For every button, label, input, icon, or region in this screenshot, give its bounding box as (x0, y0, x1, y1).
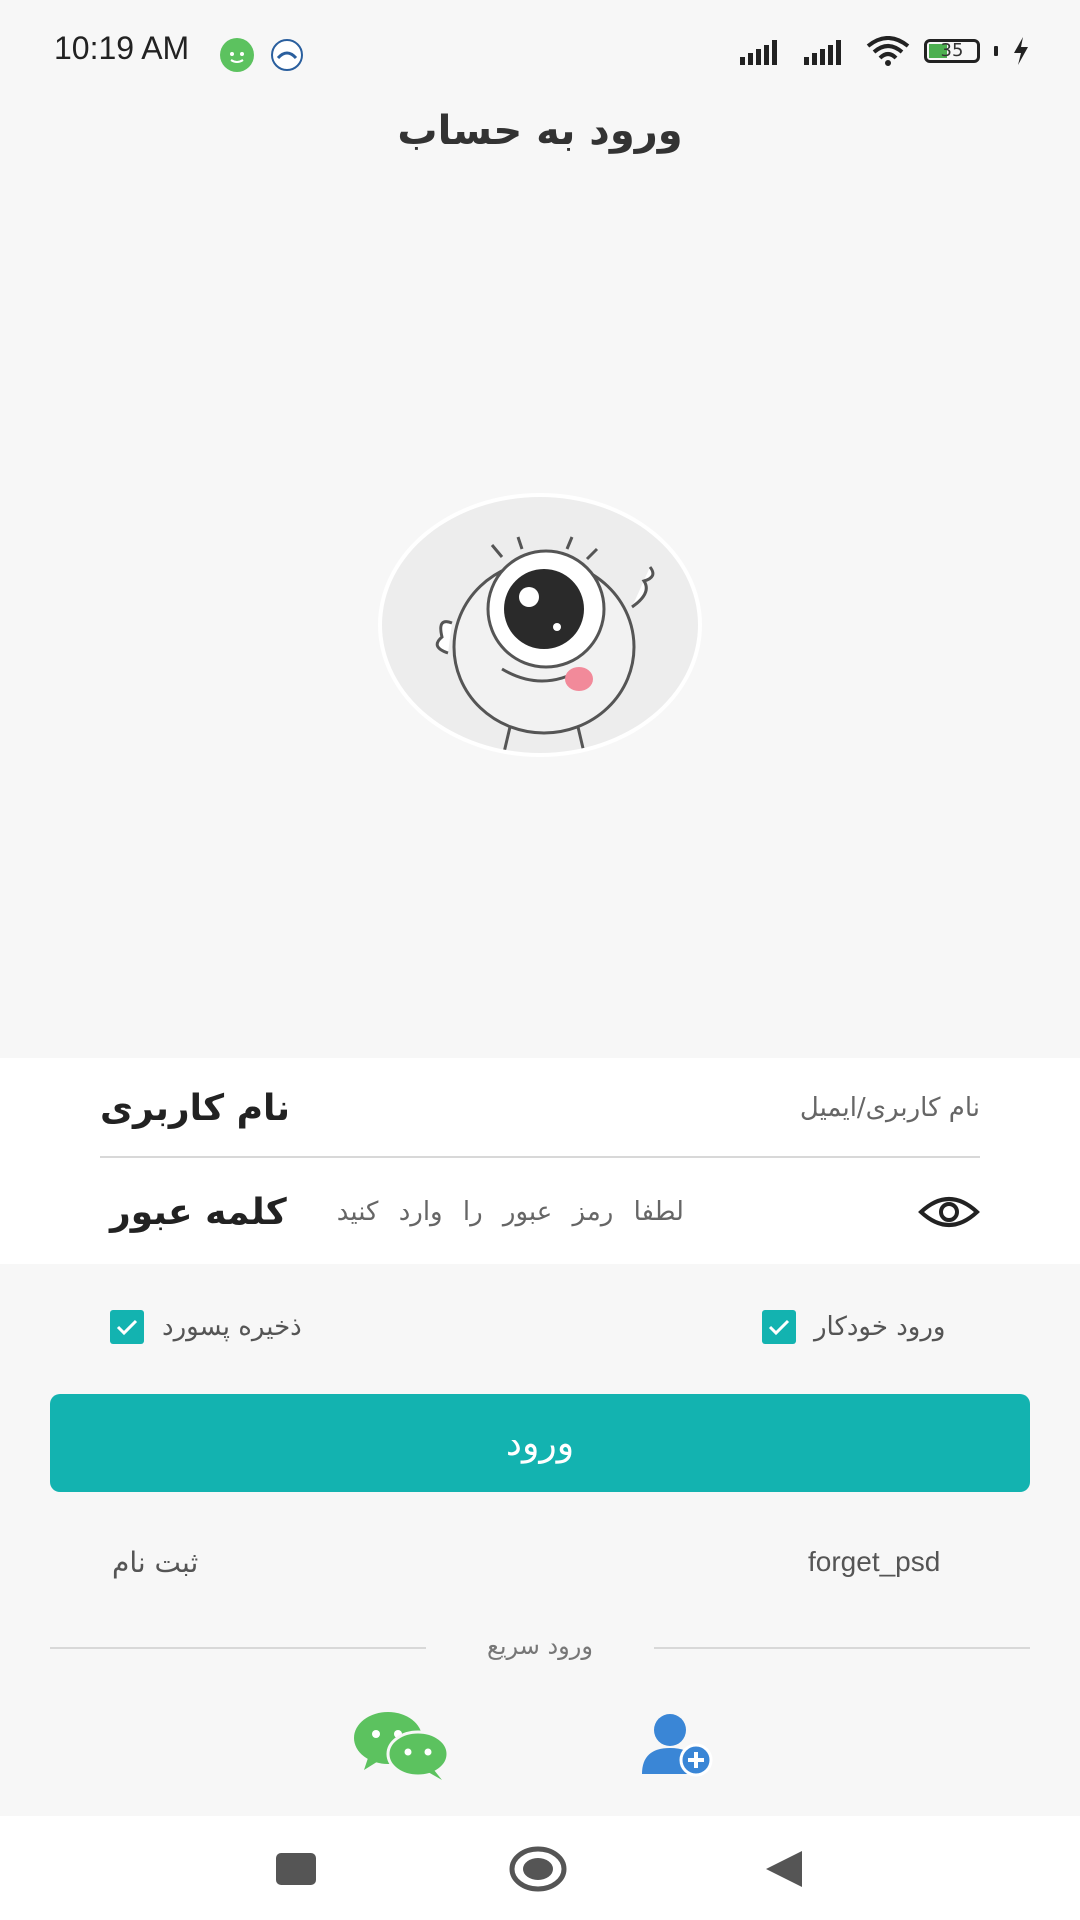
status-time: 10:19 AM (54, 30, 190, 66)
signal-icon-2 (804, 40, 841, 65)
save-password-option[interactable]: ذخیره پسورد (110, 1310, 302, 1344)
status-icons: 35 (738, 36, 1030, 66)
avatar (378, 493, 702, 757)
forget-password-link[interactable]: forget_psd (808, 1546, 940, 1578)
register-link[interactable]: ثبت نام (112, 1546, 198, 1579)
quick-login-label: ورود سریع (487, 1632, 593, 1660)
back-button[interactable] (754, 1842, 814, 1896)
notification-app-icon (270, 38, 304, 72)
save-password-checkbox[interactable] (110, 1310, 144, 1344)
recent-apps-button[interactable] (266, 1842, 326, 1896)
add-user-icon[interactable] (628, 1705, 728, 1785)
login-button[interactable]: ورود (50, 1394, 1030, 1492)
wechat-login-icon[interactable] (352, 1705, 452, 1785)
auto-login-label: ورود خودکار (814, 1312, 946, 1342)
quick-login-divider-right (654, 1647, 1030, 1649)
show-password-eye-icon[interactable] (918, 1194, 980, 1230)
wifi-icon (866, 36, 910, 66)
save-password-label: ذخیره پسورد (162, 1312, 302, 1342)
page-title: ورود به حساب (397, 108, 683, 154)
auto-login-option[interactable]: ورود خودکار (762, 1310, 945, 1344)
notification-cat-icon (220, 38, 254, 72)
battery-cap (994, 46, 998, 56)
signal-icon (740, 40, 777, 65)
password-input[interactable]: لطفا رمز عبور را وارد کنید (337, 1197, 684, 1227)
password-row: کلمه عبور لطفا رمز عبور را وارد کنید (100, 1160, 980, 1264)
username-input[interactable]: نام کاربری/ایمیل (800, 1093, 980, 1123)
auto-login-checkbox[interactable] (762, 1310, 796, 1344)
username-row: نام کاربری نام کاربری/ایمیل (100, 1058, 980, 1158)
battery-icon: 35 (924, 39, 980, 63)
password-label: کلمه عبور (110, 1191, 287, 1233)
home-button[interactable] (508, 1842, 568, 1896)
charging-icon (1014, 37, 1028, 65)
username-label: نام کاربری (100, 1087, 291, 1129)
username-divider (100, 1156, 980, 1158)
battery-level: 35 (940, 40, 964, 61)
